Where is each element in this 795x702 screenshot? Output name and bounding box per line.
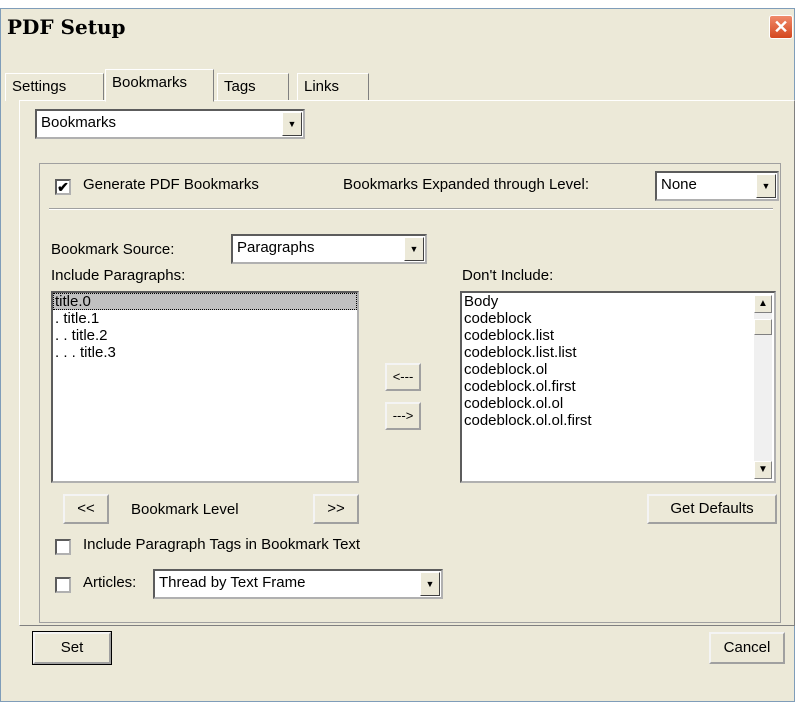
list-item[interactable]: codeblock.ol.ol.first (462, 412, 774, 429)
set-button[interactable]: Set (32, 631, 112, 665)
articles-select[interactable]: Thread by Text Frame ▼ (153, 569, 443, 599)
pdf-setup-dialog: PDF Setup ✕ Settings Bookmarks Tags Link… (0, 8, 795, 702)
move-left-button[interactable]: <--- (385, 363, 421, 391)
tab-settings[interactable]: Settings (5, 73, 104, 101)
list-item[interactable]: Body (462, 293, 774, 310)
tab-bookmarks[interactable]: Bookmarks (105, 69, 214, 102)
scrollbar[interactable]: ▲ ▼ (754, 295, 772, 479)
title-bar: PDF Setup ✕ (1, 9, 794, 45)
section-select[interactable]: Bookmarks ▼ (35, 109, 305, 139)
dropdown-arrow-icon[interactable]: ▼ (756, 174, 776, 198)
list-item[interactable]: codeblock.list (462, 327, 774, 344)
generate-bookmarks-label: Generate PDF Bookmarks (83, 176, 259, 193)
move-right-button[interactable]: ---> (385, 402, 421, 430)
list-item[interactable]: codeblock.list.list (462, 344, 774, 361)
include-listbox[interactable]: title.0 . title.1 . . title.2 . . . titl… (51, 291, 359, 483)
window-title: PDF Setup (7, 15, 126, 39)
articles-checkbox[interactable] (55, 577, 71, 593)
scroll-down-icon[interactable]: ▼ (754, 461, 772, 479)
include-list-label: Include Paragraphs: (51, 267, 186, 284)
get-defaults-button[interactable]: Get Defaults (647, 494, 777, 524)
expanded-level-value: None (661, 176, 697, 193)
close-icon[interactable]: ✕ (769, 15, 793, 39)
list-item[interactable]: codeblock.ol.ol (462, 395, 774, 412)
dropdown-arrow-icon[interactable]: ▼ (282, 112, 302, 136)
tab-tags[interactable]: Tags (217, 73, 289, 101)
articles-label: Articles: (83, 574, 137, 591)
exclude-listbox[interactable]: Body codeblock codeblock.list codeblock.… (460, 291, 776, 483)
list-item[interactable]: . . title.2 (53, 327, 357, 344)
include-tags-checkbox[interactable] (55, 539, 71, 555)
level-increase-button[interactable]: >> (313, 494, 359, 524)
list-item[interactable]: codeblock (462, 310, 774, 327)
list-item[interactable]: . title.1 (53, 310, 357, 327)
list-item[interactable]: title.0 (53, 293, 357, 310)
expanded-level-select[interactable]: None ▼ (655, 171, 779, 201)
dropdown-arrow-icon[interactable]: ▼ (420, 572, 440, 596)
separator (49, 208, 773, 210)
section-select-value: Bookmarks (41, 114, 117, 131)
bookmark-level-label: Bookmark Level (131, 501, 239, 518)
list-item[interactable]: codeblock.ol (462, 361, 774, 378)
bookmark-source-select[interactable]: Paragraphs ▼ (231, 234, 427, 264)
bookmark-source-value: Paragraphs (237, 239, 315, 256)
scroll-up-icon[interactable]: ▲ (754, 295, 772, 313)
expanded-level-label: Bookmarks Expanded through Level: (343, 176, 589, 193)
dropdown-arrow-icon[interactable]: ▼ (404, 237, 424, 261)
scroll-thumb[interactable] (754, 319, 772, 335)
level-decrease-button[interactable]: << (63, 494, 109, 524)
include-tags-label: Include Paragraph Tags in Bookmark Text (83, 536, 361, 553)
articles-select-value: Thread by Text Frame (159, 574, 306, 591)
list-item[interactable]: . . . title.3 (53, 344, 357, 361)
list-item[interactable]: codeblock.ol.first (462, 378, 774, 395)
tab-links[interactable]: Links (297, 73, 369, 101)
exclude-list-label: Don't Include: (462, 267, 554, 284)
bookmark-source-label: Bookmark Source: (51, 241, 175, 258)
cancel-button[interactable]: Cancel (709, 632, 785, 664)
generate-bookmarks-checkbox[interactable]: ✔ (55, 179, 71, 195)
